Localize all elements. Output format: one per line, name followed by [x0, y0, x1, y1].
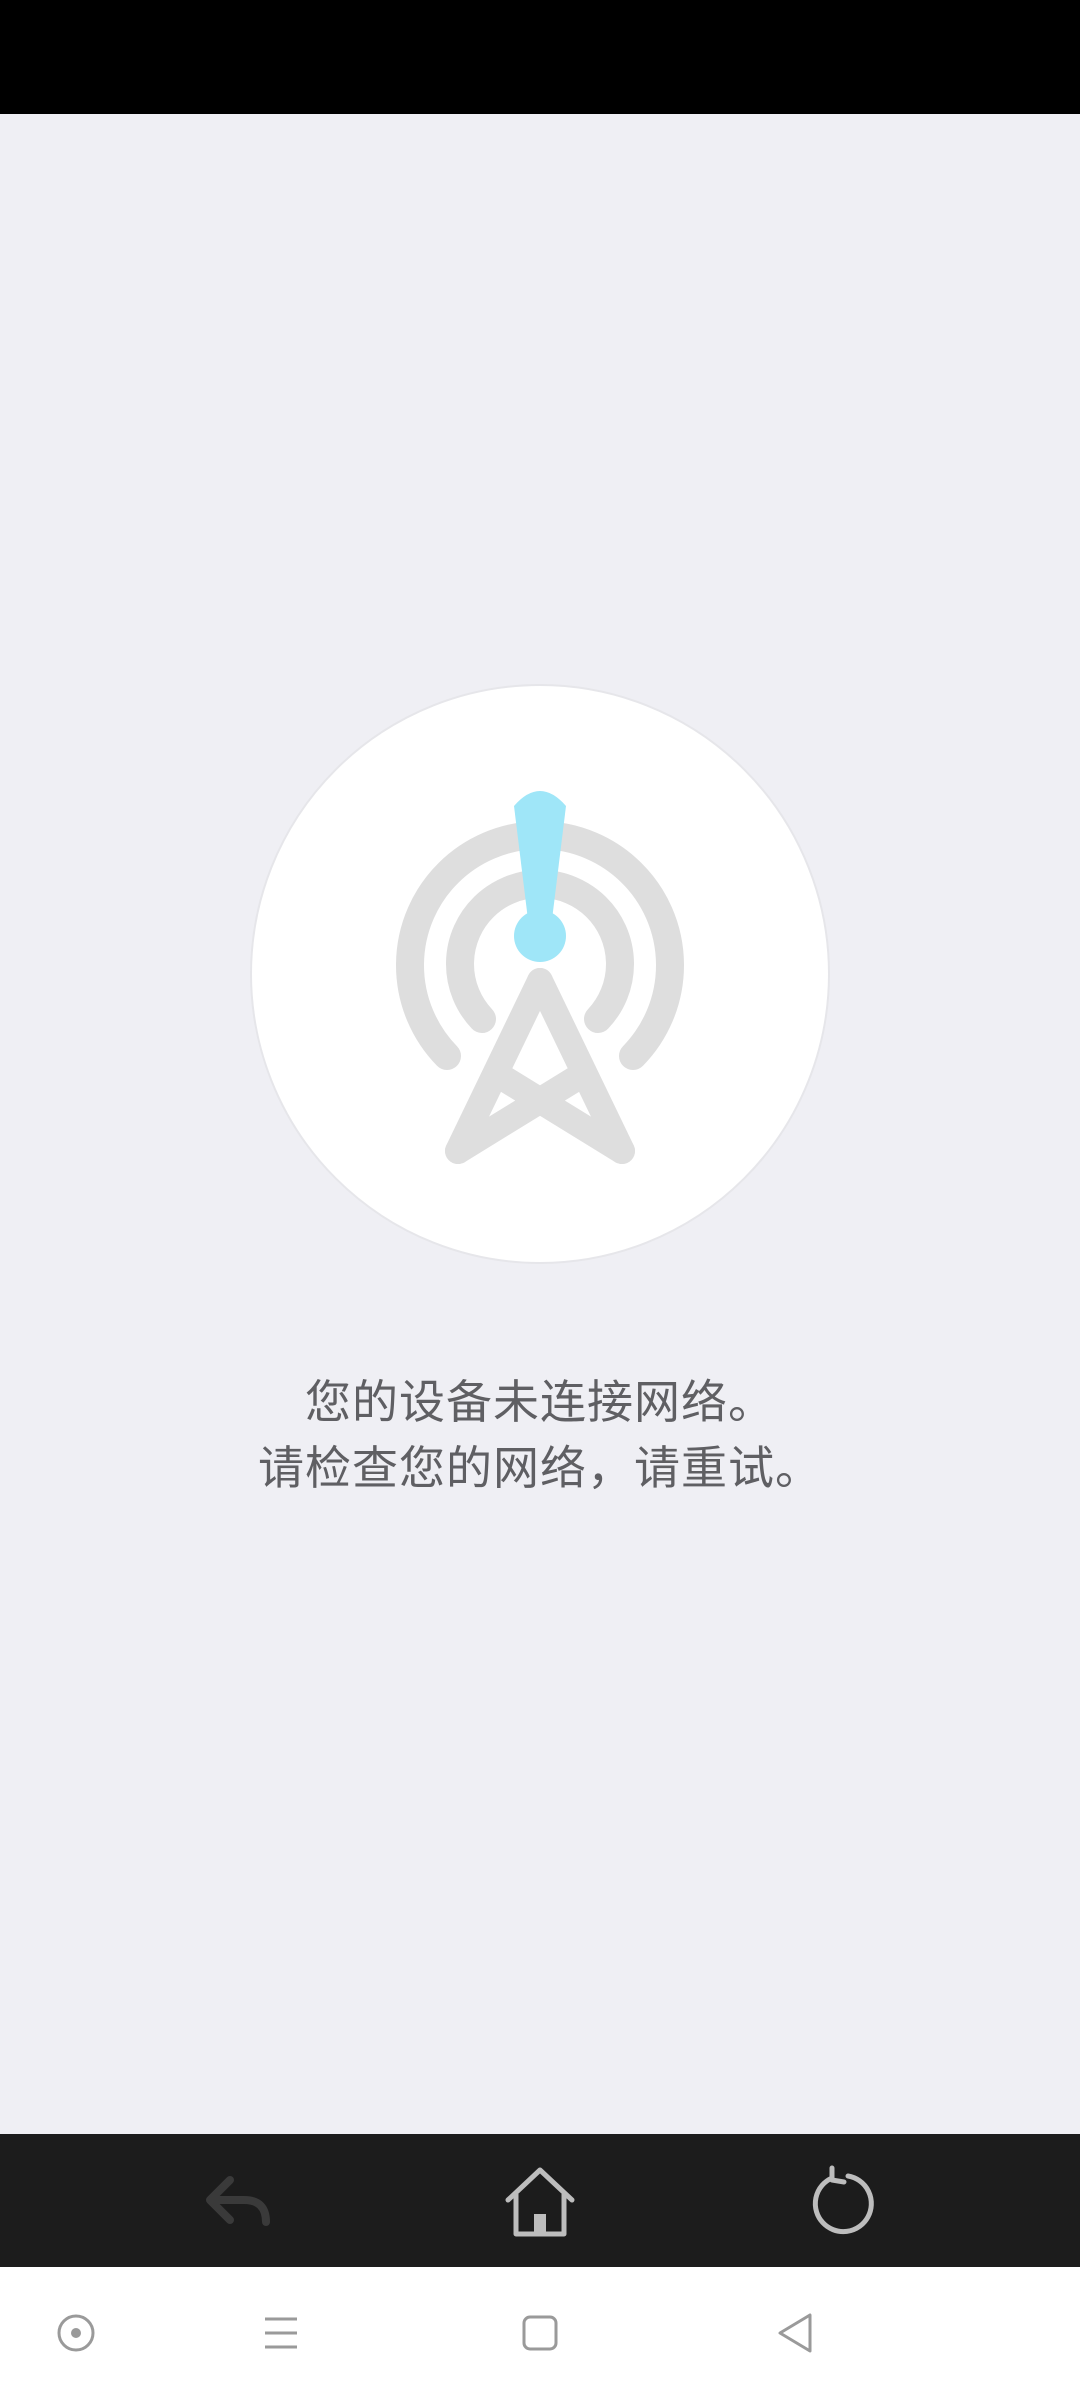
home-icon — [505, 2167, 575, 2237]
network-error-message: 您的设备未连接网络。 请检查您的网络，请重试。 — [0, 1369, 1080, 1501]
refresh-button[interactable] — [794, 2154, 890, 2250]
status-bar — [0, 0, 1080, 114]
nav-home-button[interactable] — [504, 2297, 576, 2369]
back-button[interactable] — [190, 2154, 286, 2250]
message-line-1: 您的设备未连接网络。 — [305, 1375, 775, 1429]
menu-lines-icon — [265, 2317, 297, 2349]
refresh-icon — [812, 2165, 874, 2235]
browser-toolbar — [0, 2134, 1080, 2267]
no-network-illustration — [250, 684, 830, 1264]
assistive-dot-icon — [57, 2314, 95, 2352]
menu-button[interactable] — [245, 2297, 317, 2369]
system-navigation-bar — [0, 2267, 1080, 2400]
no-network-page: 您的设备未连接网络。 请检查您的网络，请重试。 — [0, 114, 1080, 2134]
signal-tower-icon — [396, 791, 684, 1164]
home-button[interactable] — [492, 2154, 588, 2250]
assistive-button[interactable] — [40, 2297, 112, 2369]
back-arrow-icon — [206, 2176, 270, 2226]
square-home-icon — [522, 2315, 558, 2351]
nav-back-button[interactable] — [760, 2297, 832, 2369]
triangle-back-icon — [778, 2313, 812, 2353]
message-line-2: 请检查您的网络，请重试。 — [258, 1441, 822, 1495]
